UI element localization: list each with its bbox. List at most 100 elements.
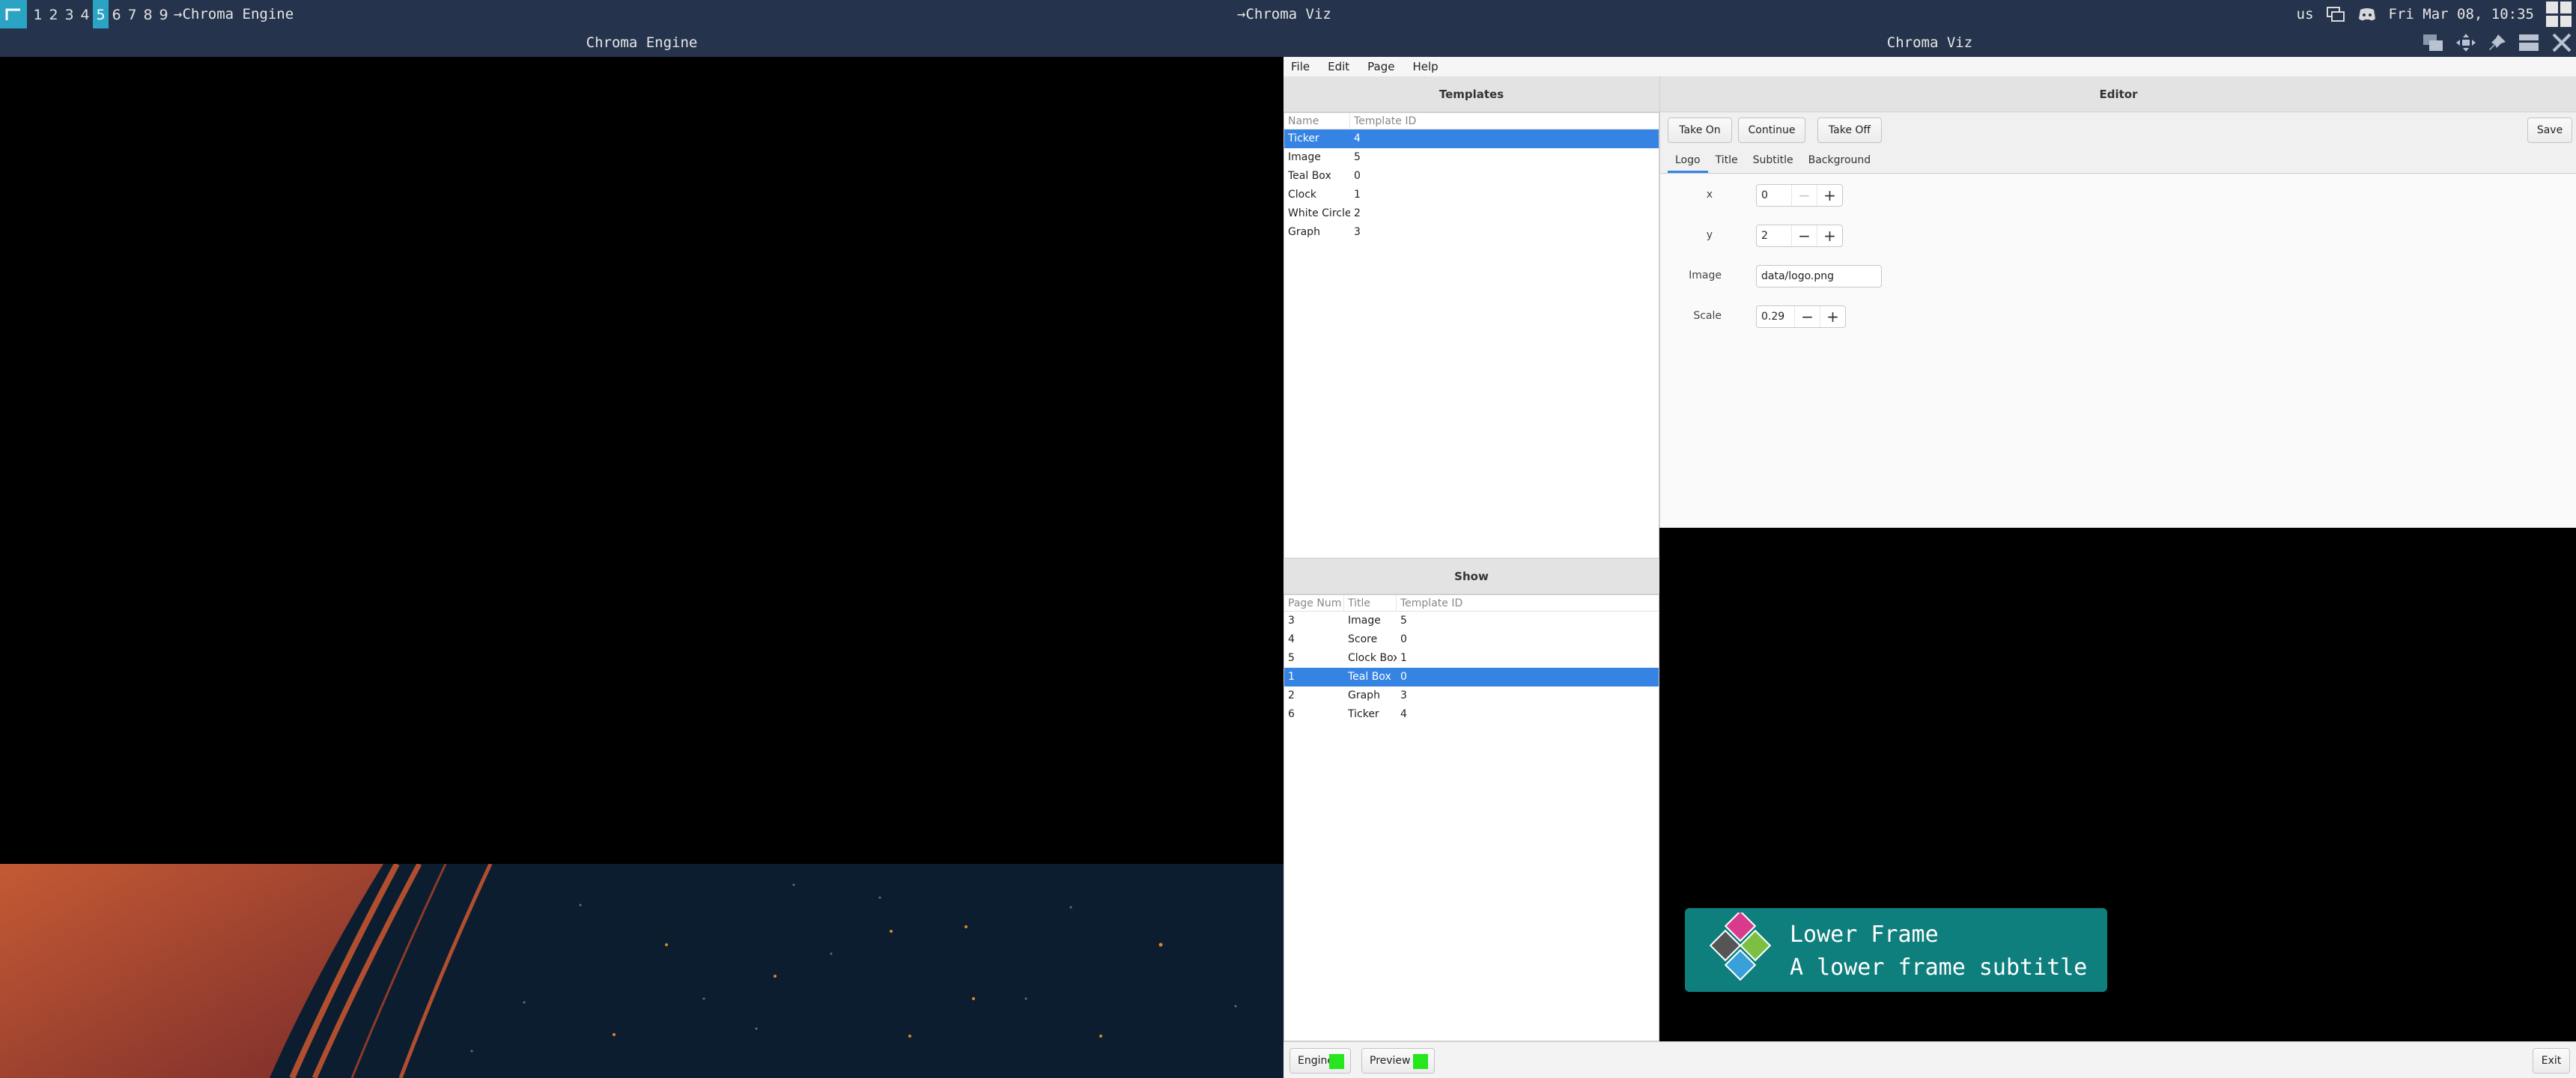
workspace-9[interactable]: 9: [156, 0, 171, 28]
column-template-id[interactable]: Template ID: [1350, 113, 1659, 129]
templates-table: Name Template ID Ticker 4 Image 5 Teal Box…: [1284, 112, 1659, 558]
y-spinbox[interactable]: 2 − +: [1756, 225, 1843, 247]
page-title: Graph: [1348, 689, 1380, 701]
engine-status-button[interactable]: Engine: [1289, 1048, 1351, 1074]
template-row-clock[interactable]: Clock 1: [1284, 186, 1659, 204]
pin-icon[interactable]: [2488, 33, 2507, 52]
preview-status-button[interactable]: Preview: [1361, 1048, 1435, 1074]
prop-x: x 0 − +: [1660, 182, 1960, 207]
y-increment-button[interactable]: +: [1817, 225, 1842, 246]
template-row-teal-box[interactable]: Teal Box 0: [1284, 167, 1659, 186]
clock[interactable]: Fri Mar 08, 10:35: [2389, 6, 2534, 22]
column-name[interactable]: Name: [1284, 113, 1350, 129]
column-page-num[interactable]: Page Num: [1284, 595, 1344, 611]
engine-window-title: Chroma Engine: [0, 28, 1284, 57]
menu-edit[interactable]: Edit: [1328, 60, 1349, 73]
tab-logo[interactable]: Logo: [1668, 148, 1708, 173]
tile-icon[interactable]: [2422, 33, 2444, 52]
template-id: 0: [1400, 671, 1407, 683]
launcher-button[interactable]: [0, 0, 27, 28]
scale-spinbox[interactable]: 0.29 − +: [1756, 305, 1846, 328]
network-icon[interactable]: [2326, 6, 2345, 22]
scale-increment-button[interactable]: +: [1820, 306, 1845, 327]
take-on-button[interactable]: Take On: [1668, 118, 1732, 143]
take-off-button[interactable]: Take Off: [1817, 118, 1882, 143]
menu-help[interactable]: Help: [1413, 60, 1439, 73]
show-row[interactable]: 4 Score 0: [1284, 630, 1659, 649]
x-label: x: [1706, 189, 1713, 201]
lower-frame-graphic: Lower Frame A lower frame subtitle: [1685, 908, 2107, 992]
template-name: Graph: [1288, 226, 1320, 238]
show-row-selected[interactable]: 1 Teal Box 0: [1284, 668, 1659, 686]
exit-button[interactable]: Exit: [2533, 1048, 2570, 1074]
keyboard-layout[interactable]: us: [2297, 6, 2314, 22]
page-title: Clock Box: [1348, 652, 1397, 664]
column-template-id[interactable]: Template ID: [1397, 595, 1659, 611]
viz-window-title: Chroma Viz: [1284, 28, 2576, 57]
workspace-3[interactable]: 3: [61, 0, 77, 28]
layout-grid-icon[interactable]: [2546, 1, 2572, 27]
close-icon[interactable]: [2551, 33, 2573, 52]
template-row-ticker[interactable]: Ticker 4: [1284, 130, 1659, 148]
x-decrement-button[interactable]: −: [1791, 185, 1817, 206]
y-value[interactable]: 2: [1757, 225, 1791, 246]
template-id: 0: [1354, 170, 1361, 182]
x-spinbox[interactable]: 0 − +: [1756, 184, 1843, 207]
show-row[interactable]: 3 Image 5: [1284, 612, 1659, 630]
maximize-icon[interactable]: [2518, 33, 2540, 52]
move-icon[interactable]: [2455, 33, 2477, 52]
continue-button[interactable]: Continue: [1738, 118, 1805, 143]
logo-icon: [1709, 913, 1772, 981]
page-num: 4: [1288, 633, 1295, 645]
show-row[interactable]: 6 Ticker 4: [1284, 705, 1659, 724]
template-id: 0: [1400, 633, 1407, 645]
template-row-white-circle[interactable]: White Circle 2: [1284, 204, 1659, 223]
discord-icon[interactable]: [2357, 6, 2377, 22]
template-name: Clock: [1288, 189, 1317, 201]
template-name: Teal Box: [1288, 170, 1331, 182]
y-decrement-button[interactable]: −: [1791, 225, 1817, 246]
show-row[interactable]: 5 Clock Box 1: [1284, 649, 1659, 668]
launcher-icon: [5, 8, 20, 20]
engine-status-indicator: [1329, 1054, 1344, 1069]
preview-area: Lower Frame A lower frame subtitle: [1659, 528, 2576, 1041]
status-bar: Engine Preview Exit: [1284, 1041, 2576, 1078]
workspace-1[interactable]: 1: [30, 0, 46, 28]
editor-properties: x 0 − + y 2 − + Image data/logo.png Scal…: [1660, 174, 2576, 585]
show-row[interactable]: 2 Graph 3: [1284, 686, 1659, 705]
x-increment-button[interactable]: +: [1817, 185, 1842, 206]
tab-title[interactable]: Title: [1708, 148, 1746, 173]
template-row-image[interactable]: Image 5: [1284, 148, 1659, 167]
engine-label: Engine: [1298, 1055, 1334, 1067]
menu-file[interactable]: File: [1291, 60, 1310, 73]
workspace-5[interactable]: 5: [93, 0, 109, 28]
tab-subtitle[interactable]: Subtitle: [1746, 148, 1801, 173]
lower-frame-title: Lower Frame: [1790, 922, 1939, 948]
workspace-8[interactable]: 8: [140, 0, 156, 28]
preview-status-indicator: [1413, 1054, 1428, 1069]
tab-background[interactable]: Background: [1801, 148, 1879, 173]
image-path-input[interactable]: data/logo.png: [1756, 265, 1882, 287]
wallpaper-planet: [0, 864, 1237, 1078]
engine-render-area: [0, 57, 1284, 864]
workspace-7[interactable]: 7: [124, 0, 140, 28]
workspace-2[interactable]: 2: [46, 0, 61, 28]
menu-page[interactable]: Page: [1367, 60, 1394, 73]
editor-pane: Editor Take On Continue Take Off Save Lo…: [1659, 76, 2576, 585]
column-title[interactable]: Title: [1344, 595, 1397, 611]
save-button[interactable]: Save: [2527, 118, 2572, 143]
workspace-6[interactable]: 6: [109, 0, 124, 28]
template-name: Ticker: [1288, 133, 1319, 144]
template-row-graph[interactable]: Graph 3: [1284, 223, 1659, 242]
template-id: 5: [1354, 151, 1361, 163]
scale-value[interactable]: 0.29: [1757, 306, 1794, 327]
scale-decrement-button[interactable]: −: [1794, 306, 1820, 327]
workspace-4[interactable]: 4: [77, 0, 93, 28]
editor-tabs: Logo Title Subtitle Background: [1660, 148, 2576, 174]
preview-label: Preview: [1370, 1055, 1411, 1067]
prop-image: Image data/logo.png: [1660, 263, 1960, 288]
desktop-wallpaper: [0, 864, 1284, 1078]
x-value[interactable]: 0: [1757, 185, 1791, 206]
templates-header: Templates: [1284, 76, 1659, 112]
workspace-switcher: 1 2 3 4 5 6 7 8 9: [30, 0, 171, 28]
